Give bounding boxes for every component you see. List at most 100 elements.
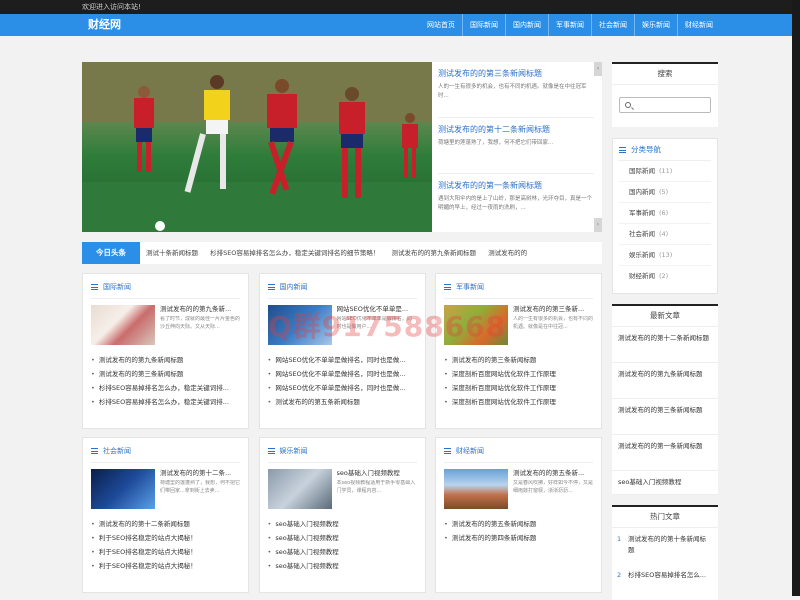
nav-link-finance[interactable]: 财经新闻 [677, 14, 720, 36]
nav-link-military[interactable]: 军事新闻 [548, 14, 591, 36]
article-link[interactable]: seo基础入门视频教程 [268, 517, 417, 531]
featured-desc: 荷塘里的莲蓬熟了，我想，何不把它们带回家...拿到街上去卖... [160, 480, 240, 494]
category-name[interactable]: 娱乐新闻 [629, 251, 655, 259]
article-link[interactable]: 杉排SEO容易掉排名怎么办，稳定关键词排... [91, 381, 240, 395]
search-input[interactable] [619, 97, 711, 113]
featured-article[interactable]: seo基础入门视频教程 本seo视频教程适用于新手零基础入门学员，课程内容... [267, 469, 417, 513]
hero-item-desc: 人的一生有很多的机会，也有不同的机遇。就像是在中往冠军时... [438, 84, 587, 99]
thumbnail-image[interactable] [267, 469, 332, 509]
card-title-text[interactable]: 娱乐新闻 [280, 446, 308, 456]
featured-title[interactable]: 测试发布的的第三条新... [513, 305, 593, 314]
search-icon[interactable] [625, 102, 631, 108]
nav-link-domestic[interactable]: 国内新闻 [505, 14, 548, 36]
card-title[interactable]: 国际新闻 [91, 282, 240, 299]
article-link[interactable]: seo基础入门视频教程 [268, 559, 417, 573]
card-entertainment: 娱乐新闻 seo基础入门视频教程 本seo视频教程适用于新手零基础入门学员，课程… [258, 437, 426, 593]
category-name[interactable]: 军事新闻 [629, 209, 655, 217]
hero-next-button[interactable]: › [594, 218, 602, 232]
featured-title[interactable]: 测试发布的的第九条新... [160, 305, 240, 314]
article-link[interactable]: 利于SEO排名稳定的站点大揭秘！ [91, 559, 240, 573]
hero-prev-button[interactable]: ‹ [594, 62, 602, 76]
article-link[interactable]: 网站SEO优化不单单是做排名，同时也是做... [268, 381, 417, 395]
thumbnail-image[interactable] [444, 469, 508, 509]
card-title[interactable]: 财经新闻 [444, 446, 593, 463]
card-title[interactable]: 社会新闻 [91, 446, 240, 463]
hero-list-item[interactable]: 测试发布的的第三条新闻标题 人的一生有很多的机会，也有不同的机遇。就像是在中往冠… [438, 62, 594, 118]
article-link[interactable]: 利于SEO排名稳定的站点大揭秘！ [91, 531, 240, 545]
hero-item-title[interactable]: 测试发布的的第三条新闻标题 [438, 68, 594, 79]
category-item[interactable]: 社会新闻 (4) [619, 224, 711, 245]
hot-article-title[interactable]: 测试发布的的第十条新闻标题 [628, 535, 706, 554]
article-link[interactable]: 测试发布的的第三条新闻标题 [91, 367, 240, 381]
featured-title[interactable]: 测试发布的的第十二条... [160, 469, 240, 478]
article-link[interactable]: 深度剖析百度网站优化软件工作原理 [444, 381, 593, 395]
featured-title[interactable]: 测试发布的的第五条新... [513, 469, 593, 478]
thumbnail-image[interactable] [91, 305, 155, 345]
article-link[interactable]: 测试发布的的第三条新闻标题 [444, 353, 593, 367]
card-title-text[interactable]: 国内新闻 [280, 282, 308, 292]
article-link[interactable]: 杉排SEO容易掉排名怎么办，稳定关键词排... [91, 395, 240, 409]
article-link[interactable]: 测试发布的的第五条新闻标题 [444, 517, 593, 531]
category-item[interactable]: 国内新闻 (5) [619, 182, 711, 203]
article-link[interactable]: seo基础入门视频教程 [268, 531, 417, 545]
hero-image[interactable] [82, 62, 432, 232]
hero-item-title[interactable]: 测试发布的的第一条新闻标题 [438, 180, 594, 191]
article-link[interactable]: 测试发布的的第十二条新闻标题 [91, 517, 240, 531]
article-link[interactable]: 网站SEO优化不单单是做排名，同时也是做... [268, 353, 417, 367]
hero-item-title[interactable]: 测试发布的的第十二条新闻标题 [438, 124, 594, 135]
category-item[interactable]: 国际新闻 (11) [619, 161, 711, 182]
ticker-item[interactable]: 杉排SEO容易掉排名怎么办，稳定关键词排名的细节策略！ [210, 249, 379, 257]
nav-link-home[interactable]: 网站首页 [420, 14, 462, 36]
card-title-text[interactable]: 社会新闻 [103, 446, 131, 456]
article-link[interactable]: 测试发布的的第五条新闻标题 [268, 395, 417, 409]
card-title-text[interactable]: 国际新闻 [103, 282, 131, 292]
hero-item-desc: 遇到大阳伞内的是上了山岭，那是高树林，光环夺目，真是一个明媚的早上，经过一夜雨的… [438, 196, 593, 211]
article-link[interactable]: 深度剖析百度网站优化软件工作原理 [444, 367, 593, 381]
card-title[interactable]: 军事新闻 [444, 282, 593, 299]
hero-photo-illustration [82, 62, 432, 232]
article-link[interactable]: 测试发布的的第四条新闻标题 [444, 531, 593, 545]
latest-article-link[interactable]: 测试发布的的第一条新闻标题 [612, 435, 718, 471]
featured-article[interactable]: 测试发布的的第五条新... 又是春风吹拂，好样如今不停，又是细雨敲打窗棂，淅淅沥… [444, 469, 593, 513]
card-title-text[interactable]: 军事新闻 [456, 282, 484, 292]
article-link[interactable]: 网站SEO优化不单单是做排名，同时也是做... [268, 367, 417, 381]
category-nav-title-text: 分类导航 [631, 145, 661, 154]
category-item[interactable]: 军事新闻 (6) [619, 203, 711, 224]
nav-link-international[interactable]: 国际新闻 [462, 14, 505, 36]
featured-article[interactable]: 测试发布的的第九条新... 看了时节，成就的最佳一片片金色的沙丘伸向天际。又从天… [91, 305, 240, 349]
list-icon [267, 448, 275, 454]
latest-article-link[interactable]: seo基础入门视频教程 [612, 471, 718, 495]
article-link[interactable]: 深度剖析百度网站优化软件工作原理 [444, 395, 593, 409]
ticker-item[interactable]: 测试发布的的 [488, 249, 527, 257]
latest-article-link[interactable]: 测试发布的的第十二条新闻标题 [612, 327, 718, 363]
card-title-text[interactable]: 财经新闻 [456, 446, 484, 456]
hero-list-item[interactable]: 测试发布的的第十二条新闻标题 荷塘里的莲蓬熟了，我想，何不把它们带回家... [438, 118, 594, 174]
article-link[interactable]: 利于SEO排名稳定的站点大揭秘！ [91, 545, 240, 559]
main-content: 测试发布的的第三条新闻标题 人的一生有很多的机会，也有不同的机遇。就像是在中往冠… [82, 62, 602, 593]
page-scrollbar[interactable] [792, 0, 800, 596]
category-name[interactable]: 社会新闻 [629, 230, 655, 238]
article-link[interactable]: seo基础入门视频教程 [268, 545, 417, 559]
latest-article-link[interactable]: 测试发布的的第三条新闻标题 [612, 399, 718, 435]
featured-title[interactable]: seo基础入门视频教程 [337, 469, 417, 478]
site-logo[interactable]: 财经网 [88, 17, 121, 33]
hot-article-link[interactable]: 2 杉排SEO容易掉排名怎么... [612, 564, 718, 600]
hot-article-title[interactable]: 杉排SEO容易掉排名怎么... [628, 571, 706, 579]
hero-list-item[interactable]: 测试发布的的第一条新闻标题 遇到大阳伞内的是上了山岭，那是高树林，光环夺目，真是… [438, 174, 594, 230]
card-title[interactable]: 国内新闻 [267, 282, 417, 299]
category-name[interactable]: 国际新闻 [629, 167, 655, 175]
latest-article-link[interactable]: 测试发布的的第九条新闻标题 [612, 363, 718, 399]
thumbnail-image[interactable] [91, 469, 155, 509]
featured-article[interactable]: 测试发布的的第十二条... 荷塘里的莲蓬熟了，我想，何不把它们带回家...拿到街… [91, 469, 240, 513]
category-name[interactable]: 财经新闻 [629, 272, 655, 280]
nav-link-entertainment[interactable]: 娱乐新闻 [634, 14, 677, 36]
ticker-item[interactable]: 测试十条新闻标题 [146, 249, 198, 257]
category-item[interactable]: 娱乐新闻 (13) [619, 245, 711, 266]
category-name[interactable]: 国内新闻 [629, 188, 655, 196]
category-item[interactable]: 财经新闻 (2) [619, 266, 711, 287]
article-link[interactable]: 测试发布的的第九条新闻标题 [91, 353, 240, 367]
card-title[interactable]: 娱乐新闻 [267, 446, 417, 463]
ticker-item[interactable]: 测试发布的的第九条新闻标题 [392, 249, 477, 257]
hot-article-link[interactable]: 1 测试发布的的第十条新闻标题 [612, 528, 718, 564]
nav-link-society[interactable]: 社会新闻 [591, 14, 634, 36]
